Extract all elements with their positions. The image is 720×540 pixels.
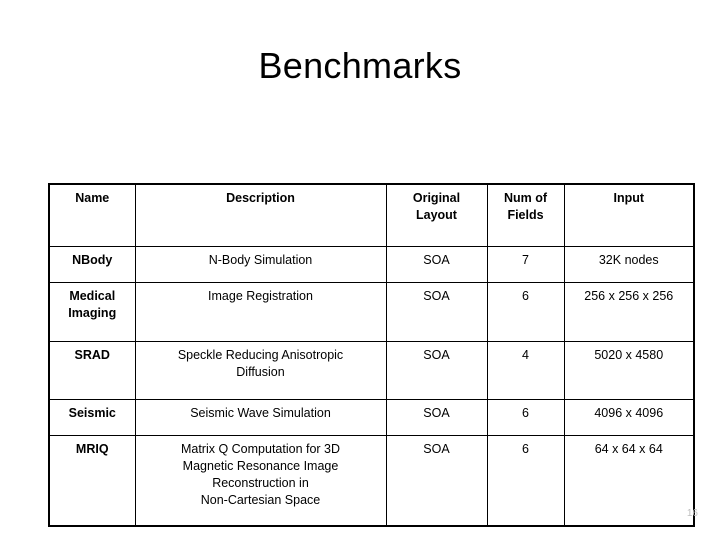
table-header-row: Name Description Original Layout Num of …: [48, 183, 695, 247]
cell-name: SRAD: [48, 341, 136, 400]
table-body: NBody N-Body Simulation SOA 7 32K nodes …: [48, 246, 695, 527]
cell-description: Matrix Q Computation for 3D Magnetic Res…: [134, 435, 387, 527]
table-row: NBody N-Body Simulation SOA 7 32K nodes: [48, 246, 695, 283]
cell-input: 5020 x 4580: [563, 341, 695, 400]
benchmarks-table-container: Name Description Original Layout Num of …: [48, 183, 695, 527]
table-header: Name Description Original Layout Num of …: [48, 183, 695, 247]
cell-description: N-Body Simulation: [134, 246, 387, 283]
cell-original-layout: SOA: [385, 282, 488, 342]
cell-input: 4096 x 4096: [563, 399, 695, 436]
cell-original-layout: SOA: [385, 399, 488, 436]
page-title: Benchmarks: [258, 45, 462, 86]
column-header-description: Description: [134, 183, 387, 247]
slide: Benchmarks Name Description Original Lay…: [0, 0, 720, 540]
cell-original-layout: SOA: [385, 435, 488, 527]
column-header-original-layout: Original Layout: [385, 183, 488, 247]
benchmarks-table: Name Description Original Layout Num of …: [48, 183, 695, 527]
cell-description: Seismic Wave Simulation: [134, 399, 387, 436]
cell-input: 64 x 64 x 64: [563, 435, 695, 527]
cell-name: Seismic: [48, 399, 136, 436]
cell-name: NBody: [48, 246, 136, 283]
cell-num-of-fields: 6: [486, 435, 565, 527]
cell-original-layout: SOA: [385, 246, 488, 283]
column-header-num-of-fields: Num of Fields: [486, 183, 565, 247]
cell-name: Medical Imaging: [48, 282, 136, 342]
table-row: MRIQ Matrix Q Computation for 3D Magneti…: [48, 435, 695, 527]
column-header-input: Input: [563, 183, 695, 247]
cell-num-of-fields: 6: [486, 282, 565, 342]
cell-original-layout: SOA: [385, 341, 488, 400]
cell-description: Image Registration: [134, 282, 387, 342]
cell-num-of-fields: 6: [486, 399, 565, 436]
column-header-name: Name: [48, 183, 136, 247]
cell-input: 256 x 256 x 256: [563, 282, 695, 342]
cell-num-of-fields: 4: [486, 341, 565, 400]
cell-description: Speckle Reducing Anisotropic Diffusion: [134, 341, 387, 400]
table-row: Medical Imaging Image Registration SOA 6…: [48, 282, 695, 342]
table-row: SRAD Speckle Reducing Anisotropic Diffus…: [48, 341, 695, 400]
cell-name: MRIQ: [48, 435, 136, 527]
page-number: 16: [686, 508, 698, 519]
table-row: Seismic Seismic Wave Simulation SOA 6 40…: [48, 399, 695, 436]
cell-num-of-fields: 7: [486, 246, 565, 283]
cell-input: 32K nodes: [563, 246, 695, 283]
